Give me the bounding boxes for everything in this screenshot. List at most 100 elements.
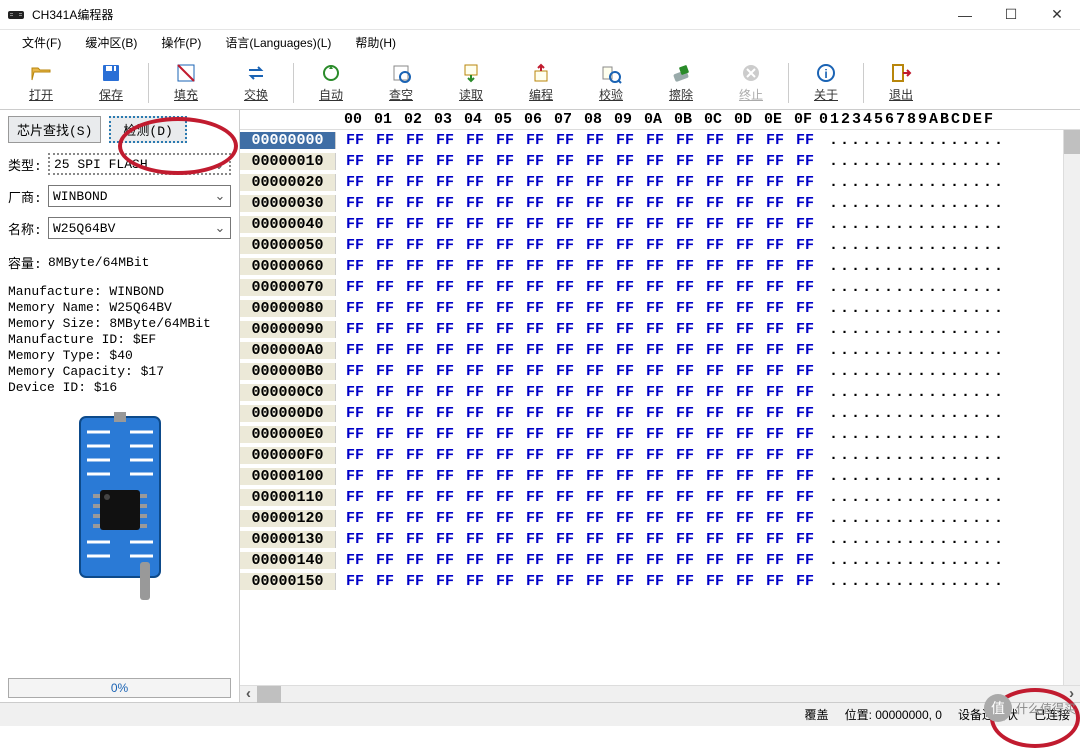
hex-byte[interactable]: FF — [430, 342, 460, 359]
hex-row[interactable]: 00000080FFFFFFFFFFFFFFFFFFFFFFFFFFFFFFFF… — [240, 298, 1080, 319]
hex-row[interactable]: 00000010FFFFFFFFFFFFFFFFFFFFFFFFFFFFFFFF… — [240, 151, 1080, 172]
hex-byte[interactable]: FF — [400, 258, 430, 275]
hex-byte[interactable]: FF — [790, 153, 820, 170]
hex-byte[interactable]: FF — [370, 510, 400, 527]
hex-byte[interactable]: FF — [610, 132, 640, 149]
hex-byte[interactable]: FF — [700, 300, 730, 317]
chip-search-button[interactable]: 芯片查找(S) — [8, 116, 101, 143]
hex-byte[interactable]: FF — [730, 321, 760, 338]
hex-byte[interactable]: FF — [640, 384, 670, 401]
detect-button[interactable]: 检测(D) — [109, 116, 186, 143]
hex-byte[interactable]: FF — [580, 342, 610, 359]
hex-byte[interactable]: FF — [580, 300, 610, 317]
hex-byte[interactable]: FF — [550, 510, 580, 527]
hex-byte[interactable]: FF — [370, 363, 400, 380]
hex-byte[interactable]: FF — [670, 237, 700, 254]
hex-byte[interactable]: FF — [670, 573, 700, 590]
hex-row[interactable]: 000000F0FFFFFFFFFFFFFFFFFFFFFFFFFFFFFFFF… — [240, 445, 1080, 466]
hex-byte[interactable]: FF — [640, 258, 670, 275]
hex-byte[interactable]: FF — [490, 237, 520, 254]
hex-byte[interactable]: FF — [700, 468, 730, 485]
hex-byte[interactable]: FF — [490, 279, 520, 296]
vertical-scrollbar[interactable] — [1063, 130, 1080, 685]
horizontal-scrollbar[interactable]: ‹ › — [240, 685, 1080, 702]
hex-byte[interactable]: FF — [400, 342, 430, 359]
hex-byte[interactable]: FF — [580, 531, 610, 548]
hex-byte[interactable]: FF — [580, 174, 610, 191]
hex-byte[interactable]: FF — [340, 531, 370, 548]
hex-byte[interactable]: FF — [790, 258, 820, 275]
hex-byte[interactable]: FF — [640, 510, 670, 527]
hex-byte[interactable]: FF — [580, 552, 610, 569]
hex-byte[interactable]: FF — [670, 342, 700, 359]
hex-byte[interactable]: FF — [790, 573, 820, 590]
hex-byte[interactable]: FF — [670, 363, 700, 380]
hex-byte[interactable]: FF — [640, 342, 670, 359]
hex-row[interactable]: 000000B0FFFFFFFFFFFFFFFFFFFFFFFFFFFFFFFF… — [240, 361, 1080, 382]
hex-byte[interactable]: FF — [340, 468, 370, 485]
hex-byte[interactable]: FF — [640, 153, 670, 170]
hex-byte[interactable]: FF — [340, 363, 370, 380]
hex-byte[interactable]: FF — [340, 405, 370, 422]
hex-byte[interactable]: FF — [610, 216, 640, 233]
hex-byte[interactable]: FF — [670, 531, 700, 548]
hex-byte[interactable]: FF — [670, 132, 700, 149]
hex-byte[interactable]: FF — [460, 258, 490, 275]
hex-byte[interactable]: FF — [490, 573, 520, 590]
hex-byte[interactable]: FF — [790, 237, 820, 254]
hex-byte[interactable]: FF — [550, 216, 580, 233]
hex-byte[interactable]: FF — [490, 447, 520, 464]
hex-byte[interactable]: FF — [640, 552, 670, 569]
hex-byte[interactable]: FF — [400, 447, 430, 464]
hex-byte[interactable]: FF — [460, 426, 490, 443]
hex-byte[interactable]: FF — [760, 405, 790, 422]
hex-byte[interactable]: FF — [610, 384, 640, 401]
hex-byte[interactable]: FF — [370, 174, 400, 191]
hex-byte[interactable]: FF — [580, 510, 610, 527]
hex-row[interactable]: 000000E0FFFFFFFFFFFFFFFFFFFFFFFFFFFFFFFF… — [240, 424, 1080, 445]
hex-byte[interactable]: FF — [520, 573, 550, 590]
hex-byte[interactable]: FF — [550, 279, 580, 296]
hex-byte[interactable]: FF — [400, 279, 430, 296]
hex-byte[interactable]: FF — [730, 132, 760, 149]
hex-byte[interactable]: FF — [520, 489, 550, 506]
hex-byte[interactable]: FF — [670, 489, 700, 506]
hex-byte[interactable]: FF — [520, 468, 550, 485]
hex-byte[interactable]: FF — [700, 132, 730, 149]
hex-byte[interactable]: FF — [580, 489, 610, 506]
hex-byte[interactable]: FF — [580, 468, 610, 485]
hex-byte[interactable]: FF — [340, 153, 370, 170]
hex-byte[interactable]: FF — [760, 153, 790, 170]
hex-byte[interactable]: FF — [460, 216, 490, 233]
hex-byte[interactable]: FF — [490, 342, 520, 359]
hex-byte[interactable]: FF — [370, 132, 400, 149]
hex-row[interactable]: 00000070FFFFFFFFFFFFFFFFFFFFFFFFFFFFFFFF… — [240, 277, 1080, 298]
hex-byte[interactable]: FF — [760, 573, 790, 590]
hex-byte[interactable]: FF — [730, 363, 760, 380]
hex-byte[interactable]: FF — [640, 468, 670, 485]
hex-byte[interactable]: FF — [610, 489, 640, 506]
hex-byte[interactable]: FF — [670, 426, 700, 443]
hex-byte[interactable]: FF — [550, 342, 580, 359]
menu-buffer[interactable]: 缓冲区(B) — [81, 32, 141, 53]
hex-byte[interactable]: FF — [610, 279, 640, 296]
hex-byte[interactable]: FF — [760, 342, 790, 359]
hex-byte[interactable]: FF — [490, 153, 520, 170]
hex-byte[interactable]: FF — [340, 174, 370, 191]
hex-byte[interactable]: FF — [520, 510, 550, 527]
hex-byte[interactable]: FF — [640, 405, 670, 422]
hex-byte[interactable]: FF — [580, 321, 610, 338]
hex-byte[interactable]: FF — [340, 321, 370, 338]
hex-byte[interactable]: FF — [430, 573, 460, 590]
hex-byte[interactable]: FF — [700, 342, 730, 359]
hex-byte[interactable]: FF — [610, 321, 640, 338]
hex-byte[interactable]: FF — [460, 342, 490, 359]
hex-byte[interactable]: FF — [610, 342, 640, 359]
scroll-left-icon[interactable]: ‹ — [240, 686, 257, 702]
hex-byte[interactable]: FF — [520, 531, 550, 548]
hex-byte[interactable]: FF — [430, 384, 460, 401]
hex-byte[interactable]: FF — [640, 447, 670, 464]
hex-byte[interactable]: FF — [640, 132, 670, 149]
hex-byte[interactable]: FF — [460, 300, 490, 317]
hex-byte[interactable]: FF — [340, 300, 370, 317]
